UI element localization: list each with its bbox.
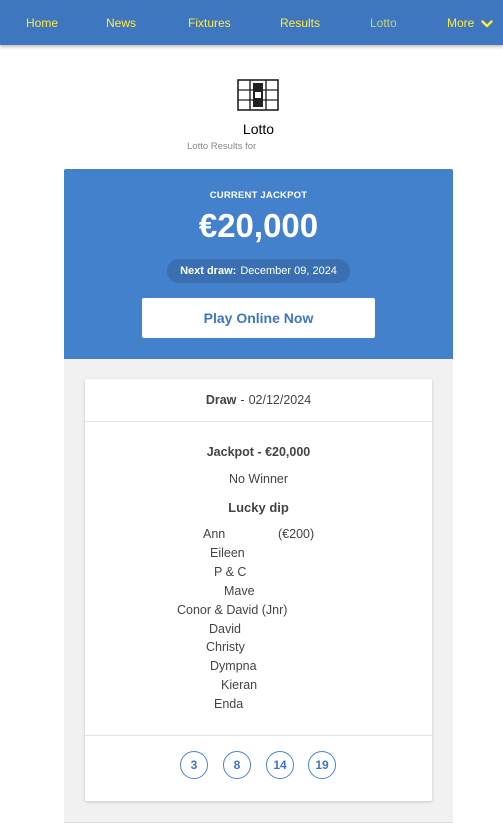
nav-results[interactable]: Results: [280, 17, 320, 30]
lucky-dip-winner: Eileen: [210, 546, 245, 560]
chevron-down-icon: [481, 19, 494, 27]
lotto-ticket-icon: [237, 79, 279, 111]
lucky-dip-winner: Dympna: [210, 659, 257, 673]
top-nav: Home News Fixtures Results Lotto More: [0, 0, 503, 45]
draw-date: 02/12/2024: [248, 393, 312, 407]
lucky-dip-winner: Christy: [206, 640, 245, 654]
page-subtitle: Lotto Results for: [187, 141, 257, 152]
play-online-button[interactable]: Play Online Now: [142, 298, 375, 338]
draw-separator: -: [240, 393, 245, 407]
balls-divider: [85, 735, 432, 736]
nav-more[interactable]: More: [447, 16, 494, 30]
draw-result: No Winner: [228, 472, 289, 486]
results-area: Draw - 02/12/2024 Jackpot - €20,000 No W…: [64, 359, 453, 823]
draw-header: Draw - 02/12/2024: [85, 379, 432, 422]
lucky-dip-prize: (€200): [278, 527, 315, 541]
lucky-dip-winner: Mave: [224, 584, 255, 598]
lucky-dip-winner: P & C: [214, 565, 247, 579]
lucky-dip-winner: Ann: [203, 527, 226, 541]
next-draw-date: December 09, 2024: [240, 265, 337, 277]
jackpot-amount: €20,000: [198, 207, 319, 244]
jackpot-label: CURRENT JACKPOT: [209, 190, 308, 201]
number-ball: 14: [266, 751, 294, 779]
draw-jackpot: Jackpot - €20,000: [206, 445, 311, 459]
nav-home[interactable]: Home: [26, 17, 58, 30]
nav-lotto[interactable]: Lotto: [370, 17, 397, 30]
lucky-dip-winner: Enda: [214, 697, 244, 711]
number-ball: 3: [180, 751, 208, 779]
nav-more-label: More: [447, 16, 475, 30]
lucky-dip-winner: David: [209, 622, 241, 636]
page-title: Lotto: [242, 121, 275, 137]
next-draw-pill: Next draw: December 09, 2024: [167, 259, 350, 283]
jackpot-panel: CURRENT JACKPOT €20,000 Next draw: Decem…: [64, 169, 453, 359]
nav-news[interactable]: News: [106, 17, 136, 30]
draw-label: Draw: [205, 393, 237, 407]
draw-card: Draw - 02/12/2024 Jackpot - €20,000 No W…: [85, 379, 432, 801]
next-draw-label: Next draw:: [180, 265, 237, 277]
lucky-dip-winner: Kieran: [221, 678, 258, 692]
lucky-dip-winner: Conor & David (Jnr): [177, 603, 288, 617]
number-ball: 19: [308, 751, 336, 779]
nav-fixtures[interactable]: Fixtures: [188, 17, 231, 30]
number-ball: 8: [223, 751, 251, 779]
lucky-dip-title: Lucky dip: [228, 500, 289, 515]
